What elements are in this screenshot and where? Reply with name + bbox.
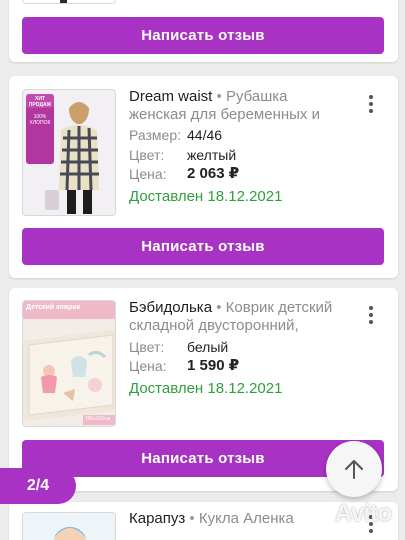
color-value: белый — [187, 339, 229, 355]
product-thumbnail[interactable] — [22, 512, 116, 540]
color-row: Цвет: желтый — [129, 146, 236, 164]
title-separator: • — [212, 299, 226, 316]
hit-badge: ХИТ ПРОДАЖ — [28, 96, 52, 108]
write-review-button[interactable]: Написать отзыв — [22, 228, 384, 265]
product-thumbnail[interactable]: Детский коврик 180x200см — [22, 300, 116, 427]
product-title[interactable]: Dream waist • Рубашка женская для береме… — [129, 88, 349, 124]
watermark-text: Avito — [335, 500, 392, 527]
price-value: 1 590 ₽ — [187, 357, 240, 374]
delivery-status: Доставлен 18.12.2021 — [129, 188, 283, 205]
kebab-menu-icon[interactable] — [364, 305, 378, 325]
title-separator: • — [212, 88, 226, 105]
size-label: Размер: — [129, 127, 182, 143]
color-row: Цвет: белый — [129, 338, 228, 356]
title-separator: • — [185, 510, 199, 527]
mat-size-label: 180x200см — [85, 416, 111, 422]
kebab-menu-icon[interactable] — [364, 94, 378, 114]
mat-top-label: Детский коврик — [26, 304, 81, 311]
color-label: Цвет: — [129, 339, 165, 355]
order-card: ХИТ ПРОДАЖ 100% ХЛОПОК Dream waist • Руб… — [9, 76, 398, 278]
shirt-photo-image — [23, 90, 115, 215]
brand-name: Бэбидолька — [129, 299, 213, 316]
play-mat-photo-image — [23, 301, 115, 426]
product-title[interactable]: Бэбидолька • Коврик детский складной дву… — [129, 299, 349, 335]
brand-name: Карапуз — [129, 510, 186, 527]
previous-thumb-edge — [22, 0, 116, 4]
order-card-previous: Написать отзыв — [9, 0, 398, 62]
delivery-status: Доставлен 18.12.2021 — [129, 380, 283, 397]
image-pager: 2/4 — [0, 468, 76, 504]
size-value: 44/46 — [187, 127, 223, 143]
size-row: Размер: 44/46 — [129, 126, 222, 144]
scroll-top-button[interactable] — [326, 441, 382, 497]
price-row: Цена: 2 063 ₽ — [129, 165, 239, 183]
arrow-up-icon — [345, 460, 363, 479]
write-review-button[interactable]: Написать отзыв — [22, 17, 384, 54]
color-value: желтый — [187, 147, 237, 163]
doll-photo-image — [23, 513, 115, 540]
price-label: Цена: — [129, 166, 167, 182]
avito-logo-icon — [305, 503, 330, 525]
brand-name: Dream waist — [129, 88, 213, 105]
product-description: Кукла Аленка — [198, 510, 294, 527]
color-label: Цвет: — [129, 147, 165, 163]
cotton-badge: 100% ХЛОПОК — [29, 114, 51, 126]
price-row: Цена: 1 590 ₽ — [129, 357, 239, 375]
product-thumbnail[interactable]: ХИТ ПРОДАЖ 100% ХЛОПОК — [22, 89, 116, 216]
price-value: 2 063 ₽ — [187, 165, 240, 182]
avito-watermark: Avito — [303, 500, 392, 528]
price-label: Цена: — [129, 358, 167, 374]
